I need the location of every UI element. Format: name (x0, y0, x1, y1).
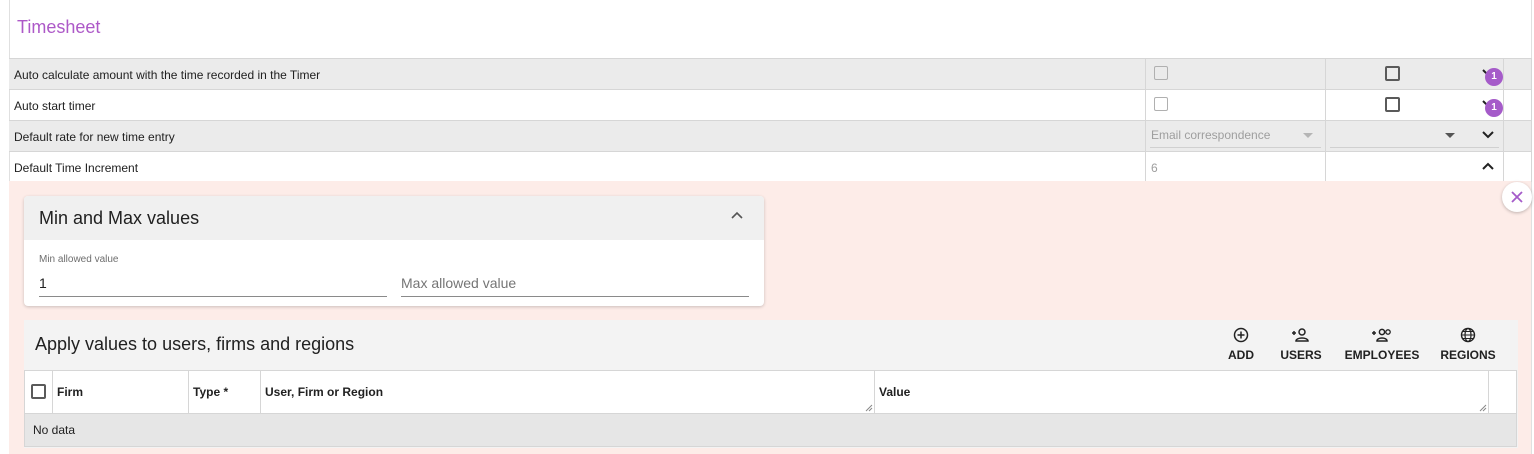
column-label: Type * (193, 385, 229, 399)
section-title: Timesheet (17, 17, 101, 37)
column-header-type[interactable]: Type * (189, 371, 261, 413)
settings-table: Auto calculate amount with the time reco… (9, 58, 1532, 182)
max-value-underline (401, 296, 749, 297)
min-value-underline (39, 296, 387, 297)
select-value: Email correspondence (1151, 128, 1271, 142)
min-max-title: Min and Max values (39, 208, 200, 228)
column-header-user-firm-region[interactable]: User, Firm or Region (261, 371, 875, 413)
expand-button[interactable] (1473, 121, 1503, 151)
add-label: ADD (1228, 348, 1254, 362)
count-badge: 1 (1485, 68, 1503, 86)
select-underline (1150, 147, 1321, 148)
min-value-label: Min allowed value (39, 254, 119, 265)
override-checkbox[interactable] (1385, 66, 1400, 81)
column-label: Firm (57, 385, 84, 399)
default-value-cell (1145, 59, 1325, 89)
grid-header: Firm Type * User, Firm or Region Value (24, 370, 1517, 414)
group-add-icon (1372, 328, 1391, 342)
close-button[interactable] (1502, 182, 1532, 212)
min-value-input[interactable]: 1 (39, 275, 47, 291)
min-max-card: Min and Max values Min allowed value 1 M… (24, 196, 764, 306)
regions-label: REGIONS (1440, 348, 1496, 362)
resize-handle-icon[interactable] (1479, 404, 1487, 412)
setting-row-time-increment: Default Time Increment 6 (9, 151, 1532, 182)
default-checkbox (1154, 97, 1168, 111)
column-label: Value (879, 385, 911, 399)
default-rate-select: Email correspondence (1145, 121, 1325, 151)
row-end-cell (1503, 90, 1532, 120)
default-increment-value: 6 (1151, 161, 1158, 175)
resize-handle-icon[interactable] (865, 404, 873, 412)
close-icon (1511, 191, 1523, 203)
setting-label: Auto calculate amount with the time reco… (14, 68, 321, 82)
caret-down-icon (1303, 133, 1313, 138)
column-header-firm[interactable]: Firm (53, 371, 189, 413)
setting-row-auto-calculate: Auto calculate amount with the time reco… (9, 58, 1532, 89)
empty-message: No data (33, 423, 76, 437)
setting-label: Auto start timer (14, 99, 96, 113)
default-increment-cell: 6 (1145, 152, 1325, 181)
setting-row-default-rate: Default rate for new time entry Email co… (9, 120, 1532, 151)
add-button[interactable]: ADD (1224, 326, 1258, 366)
max-value-input[interactable]: Max allowed value (401, 275, 516, 291)
count-badge: 1 (1485, 99, 1503, 117)
setting-label: Default Time Increment (14, 161, 139, 175)
min-max-header[interactable]: Min and Max values (24, 196, 764, 240)
row-end-cell (1503, 152, 1532, 181)
caret-down-icon (1445, 133, 1455, 138)
collapse-button[interactable] (1473, 152, 1503, 181)
employees-label: EMPLOYEES (1344, 348, 1420, 362)
setting-label: Default rate for new time entry (14, 130, 175, 144)
person-add-icon (1292, 328, 1309, 342)
row-end-cell (1503, 59, 1532, 89)
employees-button[interactable]: EMPLOYEES (1342, 326, 1422, 366)
globe-icon (1460, 327, 1476, 343)
column-label: User, Firm or Region (265, 385, 384, 399)
chevron-up-icon[interactable] (731, 211, 743, 219)
users-label: USERS (1280, 348, 1322, 362)
add-circle-icon (1233, 327, 1249, 343)
override-checkbox[interactable] (1385, 97, 1400, 112)
setting-row-auto-start: Auto start timer 1 (9, 89, 1532, 120)
apply-values-title: Apply values to users, firms and regions (35, 334, 355, 354)
select-all-cell (25, 371, 53, 413)
regions-button[interactable]: REGIONS (1438, 326, 1498, 366)
chevron-down-icon (1482, 131, 1494, 139)
select-all-checkbox[interactable] (31, 384, 46, 399)
row-end-cell (1503, 121, 1532, 151)
users-button[interactable]: USERS (1278, 326, 1324, 366)
chevron-up-icon (1482, 162, 1494, 170)
default-checkbox (1154, 66, 1168, 80)
grid-empty-row: No data (24, 414, 1517, 447)
column-header-value[interactable]: Value (875, 371, 1489, 413)
default-value-cell (1145, 90, 1325, 120)
